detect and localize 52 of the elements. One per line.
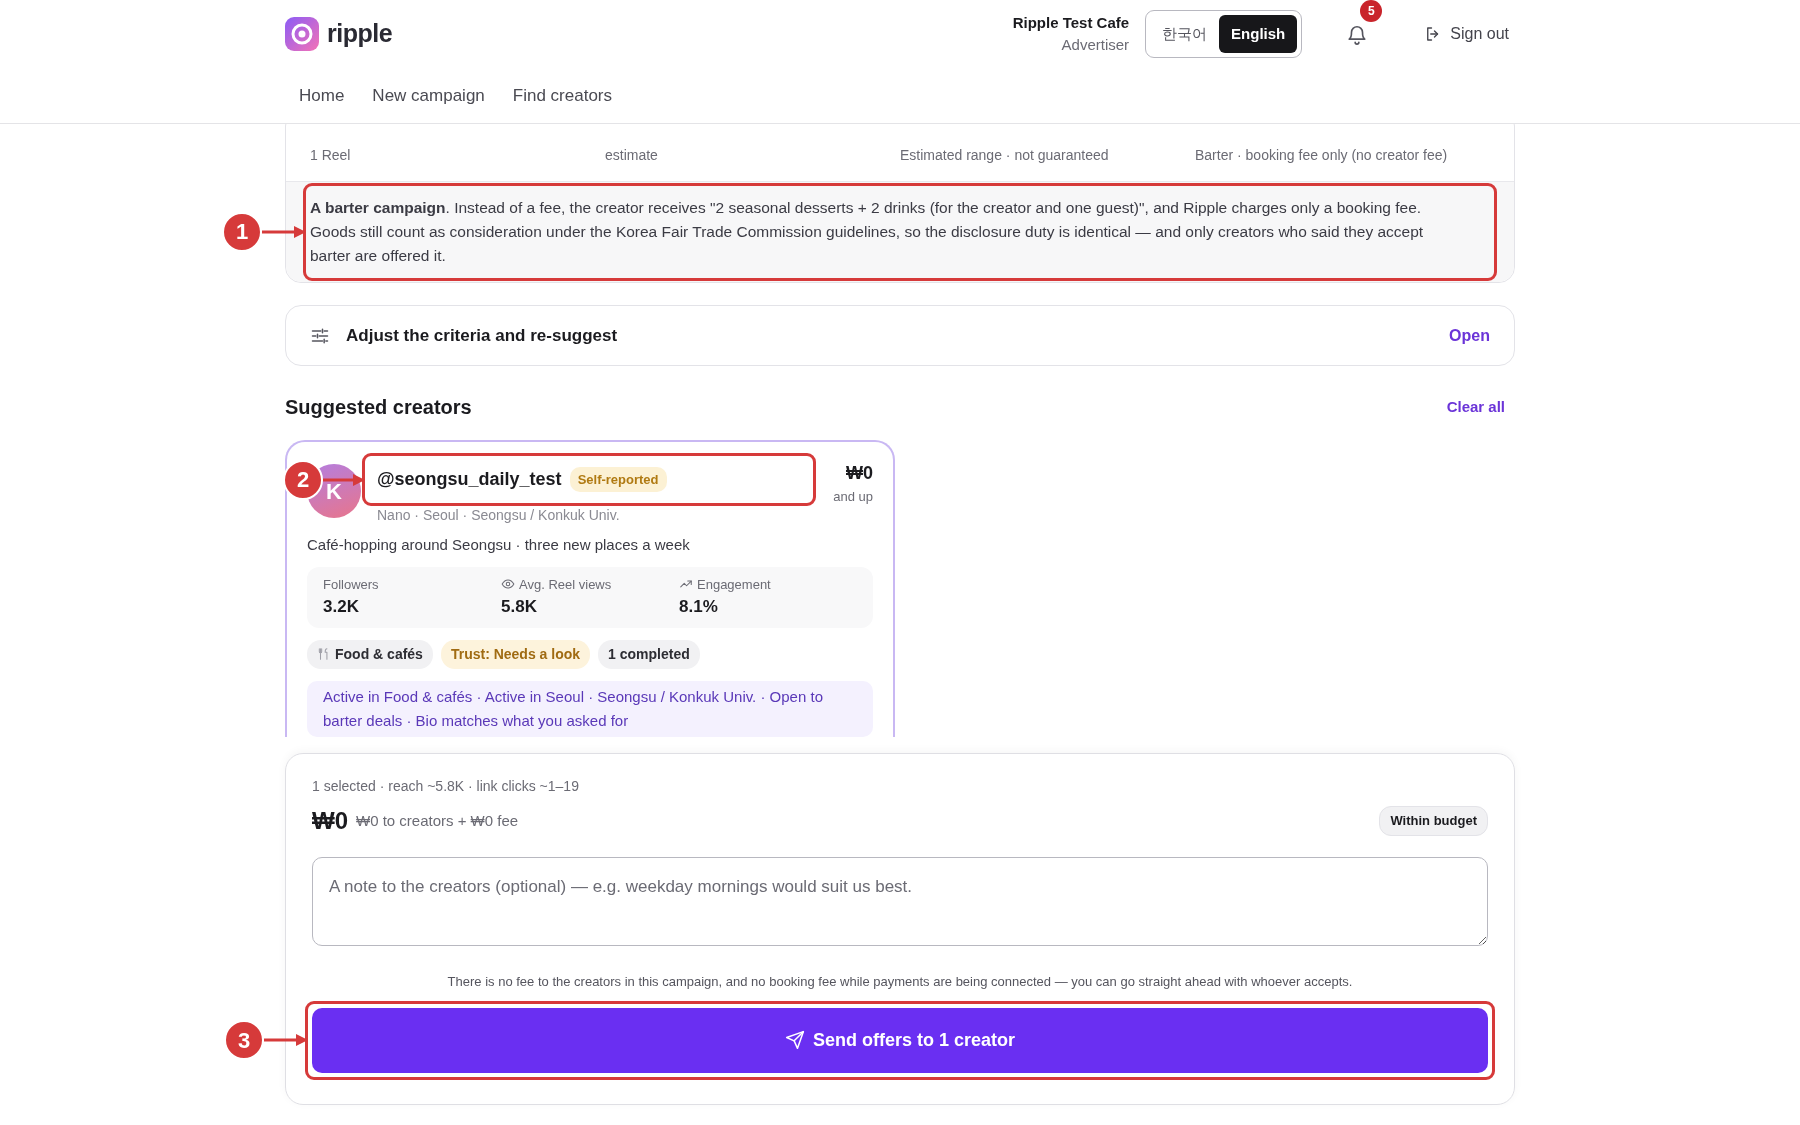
creator-handle[interactable]: @seongsu_daily_test <box>377 466 562 493</box>
sign-out-button[interactable]: Sign out <box>1418 21 1515 47</box>
category-tag: Food & cafés <box>307 639 433 669</box>
creator-meta: Nano · Seoul · Seongsu / Konkuk Univ. <box>377 506 621 525</box>
eye-icon <box>501 577 515 592</box>
language-option[interactable]: English <box>1219 14 1298 54</box>
budget-status: Within budget <box>1379 806 1488 836</box>
metric-value: 3.2K <box>323 596 360 618</box>
account-role: Advertiser <box>1060 35 1130 55</box>
price-note: and up <box>833 488 873 506</box>
metric-label: Avg. Reel views <box>519 575 612 594</box>
nav-link[interactable]: Find creators <box>498 83 626 109</box>
metric-label: Engagement <box>697 575 771 594</box>
clear-all-link[interactable]: Clear all <box>1446 395 1505 419</box>
metric-value: 8.1% <box>679 596 719 618</box>
annotation-number: 1 <box>222 212 262 252</box>
annotation-number: 3 <box>224 1020 264 1060</box>
panel-title: Adjust the criteria and re-suggest <box>346 324 618 347</box>
count-tag: 1 completed <box>598 639 700 669</box>
info-note: There is no fee to the creators in this campaign, and no booking fee while payments are being connected — you can go straight ahead with whoever accepts. <box>446 973 1354 991</box>
criteria-panel[interactable]: Adjust the criteria and re-suggest Open <box>285 305 1515 366</box>
price: ₩0 <box>845 462 873 485</box>
match-reasons: Active in Food & cafés · Active in Seoul · Seongsu / Konkuk Univ. · Open to barter deals · Bio matches what you asked for <box>307 680 873 737</box>
creator-card[interactable] <box>285 440 895 737</box>
section-title: Suggested creators <box>285 395 472 420</box>
nav-link[interactable]: Home <box>285 83 359 109</box>
stat-caption: estimate <box>605 147 658 163</box>
trust-tag: Trust: Needs a look <box>440 639 591 669</box>
fork-knife-icon <box>317 647 331 661</box>
logo-text: ripple <box>327 18 393 50</box>
send-icon <box>784 1030 805 1050</box>
notification-badge: 5 <box>1360 0 1383 22</box>
stat-caption: Estimated range · not guaranteed <box>900 147 1109 163</box>
total-amount: ₩0 <box>312 806 348 836</box>
cost-breakdown: ₩0 to creators + ₩0 fee <box>356 810 519 831</box>
arrow-icon <box>262 225 306 239</box>
note-field[interactable]: A note to the creators (optional) — e.g. weekday mornings would suit us best. <box>312 857 1488 946</box>
stat-caption: 1 Reel <box>310 147 351 163</box>
arrow-icon <box>264 1033 308 1047</box>
logo-icon <box>285 17 319 51</box>
metric-label: Followers <box>323 575 379 594</box>
nav-link[interactable]: New campaign <box>358 83 499 109</box>
selection-summary: 1 selected · reach ~5.8K · link clicks ~1–19 <box>312 777 580 796</box>
metric-value: 5.8K <box>501 596 538 618</box>
open-link[interactable]: Open <box>1449 323 1490 348</box>
creator-bio: Café-hopping around Seongsu · three new places a week <box>307 535 691 555</box>
send-offers-button[interactable]: Send offers to 1 creator <box>312 1007 1488 1073</box>
annotation-number: 2 <box>283 459 323 500</box>
stat-caption: Barter · booking fee only (no creator fee) <box>1195 147 1448 163</box>
self-reported-tag: Self-reported <box>569 466 667 493</box>
language-option[interactable]: 한국어 <box>1150 14 1220 54</box>
account-name: Ripple Test Cafe <box>1012 12 1130 33</box>
